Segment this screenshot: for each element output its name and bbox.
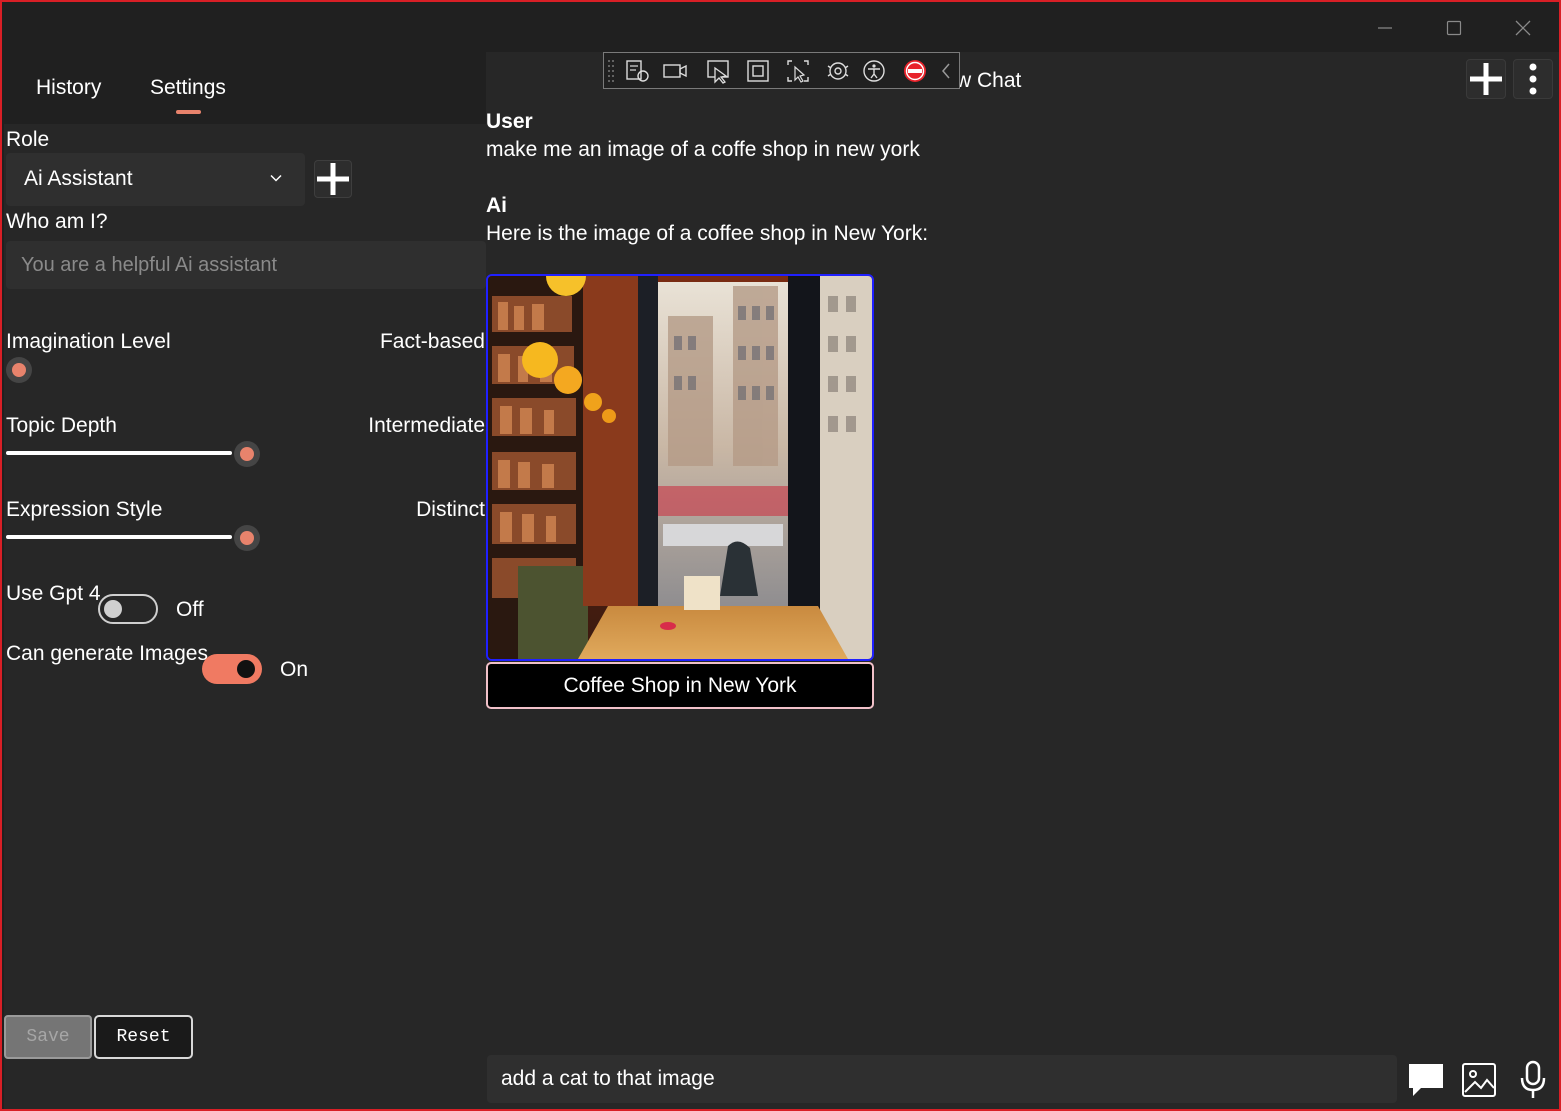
tab-bar: History Settings — [4, 52, 486, 124]
send-message-button[interactable] — [1404, 1058, 1448, 1102]
track-focus-icon[interactable] — [825, 58, 851, 84]
video-camera-icon[interactable] — [662, 58, 688, 84]
chevron-left-icon[interactable] — [938, 58, 954, 84]
select-element-icon[interactable] — [705, 58, 731, 84]
grip-icon[interactable] — [606, 58, 616, 84]
can-generate-images-state: On — [280, 658, 309, 681]
plus-icon — [317, 163, 349, 195]
more-vertical-icon — [1529, 63, 1537, 95]
slider-thumb[interactable] — [234, 441, 260, 467]
generated-image[interactable] — [486, 274, 874, 661]
image-caption: Coffee Shop in New York — [486, 662, 874, 709]
chevron-down-icon — [270, 174, 282, 182]
save-button[interactable]: Save — [4, 1015, 92, 1059]
use-gpt4-state: Off — [176, 598, 204, 621]
topic-depth-value: Intermediate — [368, 414, 485, 437]
live-tree-icon[interactable] — [624, 58, 650, 84]
minimize-icon — [1378, 27, 1392, 29]
imagination-slider[interactable] — [6, 355, 262, 385]
tab-history[interactable]: History — [36, 76, 101, 100]
app-window: History Settings Role Ai Assistant Who a… — [0, 0, 1561, 1111]
toggle-knob — [237, 660, 255, 678]
select-region-icon[interactable] — [785, 58, 811, 84]
minimize-button[interactable] — [1362, 8, 1408, 48]
slider-track — [6, 451, 232, 455]
chat-title: w Chat — [956, 69, 1022, 92]
role-dropdown[interactable]: Ai Assistant — [6, 153, 305, 206]
can-generate-images-toggle[interactable] — [202, 654, 262, 684]
microphone-icon — [1520, 1060, 1546, 1098]
attach-image-button[interactable] — [1457, 1058, 1501, 1102]
imagination-label: Imagination Level — [6, 330, 171, 353]
message-sender: Ai — [486, 194, 507, 217]
use-gpt4-toggle[interactable] — [98, 594, 158, 624]
expression-style-value: Distinct — [416, 498, 485, 521]
chat-bubble-icon — [1409, 1064, 1443, 1096]
role-label: Role — [6, 128, 50, 151]
slider-thumb[interactable] — [234, 525, 260, 551]
image-icon — [1462, 1063, 1496, 1097]
more-options-button[interactable] — [1513, 59, 1553, 99]
message-sender: User — [486, 110, 533, 133]
topic-depth-slider[interactable] — [6, 439, 262, 469]
plus-icon — [1470, 63, 1502, 95]
new-chat-button[interactable] — [1466, 59, 1506, 99]
settings-panel: Role Ai Assistant Who am I? Imagination … — [4, 124, 486, 1109]
imagination-value: Fact-based — [379, 330, 485, 353]
expression-style-label: Expression Style — [6, 498, 163, 521]
tab-settings[interactable]: Settings — [150, 76, 226, 100]
use-gpt4-label: Use Gpt 4 — [6, 582, 101, 605]
add-role-button[interactable] — [314, 160, 352, 198]
topic-depth-label: Topic Depth — [6, 414, 117, 437]
focus-box-icon[interactable] — [745, 58, 771, 84]
voice-input-button[interactable] — [1511, 1058, 1555, 1102]
reset-button[interactable]: Reset — [94, 1015, 193, 1059]
who-am-i-input[interactable] — [6, 241, 486, 289]
title-bar — [2, 2, 1559, 52]
close-icon — [1515, 20, 1531, 36]
stop-icon[interactable] — [902, 58, 928, 84]
close-button[interactable] — [1500, 8, 1546, 48]
slider-track — [6, 535, 232, 539]
message-text: make me an image of a coffe shop in new … — [486, 138, 920, 161]
floating-toolbar — [603, 52, 960, 89]
toggle-knob — [104, 600, 122, 618]
coffee-shop-image — [488, 276, 872, 659]
role-dropdown-value: Ai Assistant — [24, 167, 133, 190]
slider-thumb[interactable] — [6, 357, 32, 383]
left-panel: History Settings Role Ai Assistant Who a… — [4, 52, 486, 1109]
can-generate-images-label: Can generate Images — [6, 642, 208, 665]
maximize-icon — [1446, 20, 1462, 36]
expression-style-slider[interactable] — [6, 523, 262, 553]
accessibility-icon[interactable] — [861, 58, 887, 84]
tab-selected-indicator — [176, 110, 201, 114]
maximize-button[interactable] — [1431, 8, 1477, 48]
chat-panel: w Chat User make me an image of a coffe … — [486, 52, 1559, 1109]
message-text: Here is the image of a coffee shop in Ne… — [486, 222, 929, 245]
message-input[interactable] — [487, 1055, 1397, 1103]
who-am-i-label: Who am I? — [6, 210, 108, 233]
